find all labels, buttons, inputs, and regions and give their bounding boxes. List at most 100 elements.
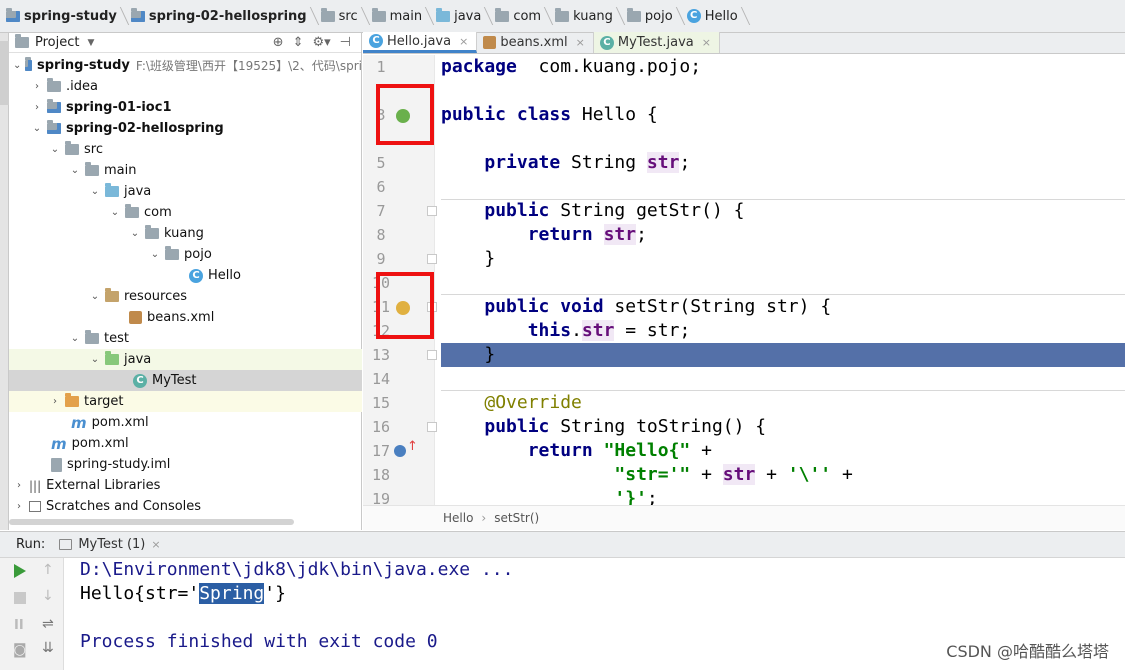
crumb-kuang[interactable]: kuang xyxy=(551,0,623,33)
module-folder-icon xyxy=(130,7,145,22)
tree-item-pom-root[interactable]: m pom.xml xyxy=(9,433,362,454)
dropdown-arrow-icon[interactable]: ▼ xyxy=(87,38,94,48)
package-icon xyxy=(626,7,641,22)
expand-arrow-icon[interactable]: ⌄ xyxy=(149,249,161,260)
tree-item-src[interactable]: ⌄ src xyxy=(9,139,362,160)
crumb-project[interactable]: spring-study xyxy=(2,0,127,33)
override-method-icon[interactable] xyxy=(394,445,406,457)
close-icon[interactable]: × xyxy=(576,36,585,49)
package-icon xyxy=(145,225,159,239)
gear-icon[interactable]: ⚙▾ xyxy=(312,35,330,50)
tab-mytest-java[interactable]: C MyTest.java × xyxy=(593,32,720,53)
fold-marker-icon[interactable] xyxy=(427,254,437,264)
expand-arrow-icon[interactable]: ⌄ xyxy=(13,60,21,71)
tree-item-kuang[interactable]: ⌄ kuang xyxy=(9,223,362,244)
tree-item-resources[interactable]: ⌄ resources xyxy=(9,286,362,307)
stop-icon[interactable] xyxy=(14,592,26,604)
collapsed-arrow-icon[interactable]: › xyxy=(49,396,61,407)
maven-icon: m xyxy=(51,434,67,453)
tree-item-spring-01-ioc1[interactable]: › spring-01-ioc1 xyxy=(9,97,362,118)
tree-item-idea[interactable]: › .idea xyxy=(9,76,362,97)
crumb-java[interactable]: java xyxy=(432,0,491,33)
tree-item-test-java[interactable]: ⌄ java xyxy=(9,349,362,370)
crumb-module[interactable]: spring-02-hellospring xyxy=(127,0,317,33)
expand-arrow-icon[interactable]: ⌄ xyxy=(49,144,61,155)
tree-item-beans-xml[interactable]: beans.xml xyxy=(9,307,362,328)
expand-arrow-icon[interactable]: ⌄ xyxy=(89,291,101,302)
expand-arrow-icon[interactable]: ⌄ xyxy=(109,207,121,218)
highlight-box-setter xyxy=(376,272,434,339)
expand-arrow-icon[interactable]: ⌄ xyxy=(69,165,81,176)
run-tab-mytest[interactable]: MyTest (1) × xyxy=(59,537,161,552)
code-line-15: @Override xyxy=(484,392,582,413)
tree-item-pojo[interactable]: ⌄ pojo xyxy=(9,244,362,265)
folder-icon xyxy=(47,78,61,92)
crumb-pojo[interactable]: pojo xyxy=(623,0,683,33)
line-number: 9 xyxy=(376,250,386,268)
hide-panel-icon[interactable]: ⊣ xyxy=(340,35,351,50)
tree-item-target[interactable]: › target xyxy=(9,391,362,412)
down-arrow-icon[interactable]: ↓ xyxy=(42,588,58,604)
crumb-main[interactable]: main xyxy=(368,0,432,33)
tab-beans-xml[interactable]: beans.xml × xyxy=(477,32,594,53)
maven-icon: m xyxy=(71,413,87,432)
expand-arrow-icon[interactable]: ⌄ xyxy=(89,354,101,365)
project-tool-button[interactable] xyxy=(0,41,9,105)
crumb-class-hello[interactable]: Hello xyxy=(443,511,473,525)
project-view-selector[interactable]: Project xyxy=(35,35,79,50)
close-icon[interactable]: × xyxy=(151,538,160,551)
fold-marker-icon[interactable] xyxy=(427,422,437,432)
collapse-all-icon[interactable]: ⇕ xyxy=(293,35,304,50)
tree-item-mytest[interactable]: C MyTest xyxy=(9,370,362,391)
code-line-11: public void setStr(String str) { xyxy=(484,296,832,317)
close-icon[interactable]: × xyxy=(702,36,711,49)
line-number: 6 xyxy=(376,178,386,196)
tree-item-external-libraries[interactable]: › ||| External Libraries xyxy=(9,475,362,496)
tree-item-iml[interactable]: spring-study.iml xyxy=(9,454,362,475)
tree-item-test[interactable]: ⌄ test xyxy=(9,328,362,349)
tree-item-spring-study[interactable]: ⌄ spring-study F:\班级管理\西开【19525】\2、代码\spri xyxy=(9,55,362,76)
collapsed-arrow-icon[interactable]: › xyxy=(31,81,43,92)
code-area[interactable]: package com.kuang.pojo; public class Hel… xyxy=(441,55,1125,505)
run-label: Run: xyxy=(16,537,46,552)
tree-item-scratches[interactable]: › Scratches and Consoles xyxy=(9,496,362,517)
tree-item-main[interactable]: ⌄ main xyxy=(9,160,362,181)
tree-item-spring-02-hellospring[interactable]: ⌄ spring-02-hellospring xyxy=(9,118,362,139)
fold-marker-icon[interactable] xyxy=(427,350,437,360)
console-line-exit: Process finished with exit code 0 xyxy=(80,631,438,652)
fold-marker-icon[interactable] xyxy=(427,206,437,216)
selected-text: Spring xyxy=(199,583,265,604)
locate-icon[interactable]: ⊕ xyxy=(273,35,284,50)
iml-file-icon xyxy=(51,457,62,472)
tree-item-java[interactable]: ⌄ java xyxy=(9,181,362,202)
scroll-to-end-icon[interactable]: ⇊ xyxy=(42,640,58,656)
pause-icon[interactable]: II xyxy=(14,618,30,634)
tree-item-pom-module[interactable]: m pom.xml xyxy=(9,412,362,433)
up-arrow-icon[interactable]: ↑ xyxy=(42,562,58,578)
expand-arrow-icon[interactable]: ⌄ xyxy=(69,333,81,344)
crumb-hello[interactable]: C Hello xyxy=(683,0,748,33)
crumb-src[interactable]: src xyxy=(317,0,368,33)
package-icon xyxy=(125,204,139,218)
crumb-com[interactable]: com xyxy=(491,0,551,33)
soft-wrap-icon[interactable]: ⇌ xyxy=(42,616,58,632)
collapsed-arrow-icon[interactable]: › xyxy=(31,102,43,113)
code-line-18: "str='" + str + '\'' + xyxy=(614,464,853,485)
tree-item-com[interactable]: ⌄ com xyxy=(9,202,362,223)
collapsed-arrow-icon[interactable]: › xyxy=(13,480,25,491)
camera-icon[interactable]: ◙ xyxy=(13,642,29,658)
crumb-method-setstr[interactable]: setStr() xyxy=(494,511,539,525)
project-horizontal-scrollbar[interactable] xyxy=(9,519,294,525)
collapsed-arrow-icon[interactable]: › xyxy=(13,501,25,512)
code-line-19: '}'; xyxy=(614,488,658,505)
expand-arrow-icon[interactable]: ⌄ xyxy=(31,123,43,134)
module-folder-icon xyxy=(47,120,61,134)
tab-hello-java[interactable]: C Hello.java × xyxy=(363,32,478,53)
tree-item-hello[interactable]: C Hello xyxy=(9,265,362,286)
close-icon[interactable]: × xyxy=(459,35,468,48)
expand-arrow-icon[interactable]: ⌄ xyxy=(89,186,101,197)
test-class-icon: C xyxy=(133,373,147,388)
expand-arrow-icon[interactable]: ⌄ xyxy=(129,228,141,239)
rerun-icon[interactable] xyxy=(14,564,26,578)
folder-icon xyxy=(320,7,335,22)
